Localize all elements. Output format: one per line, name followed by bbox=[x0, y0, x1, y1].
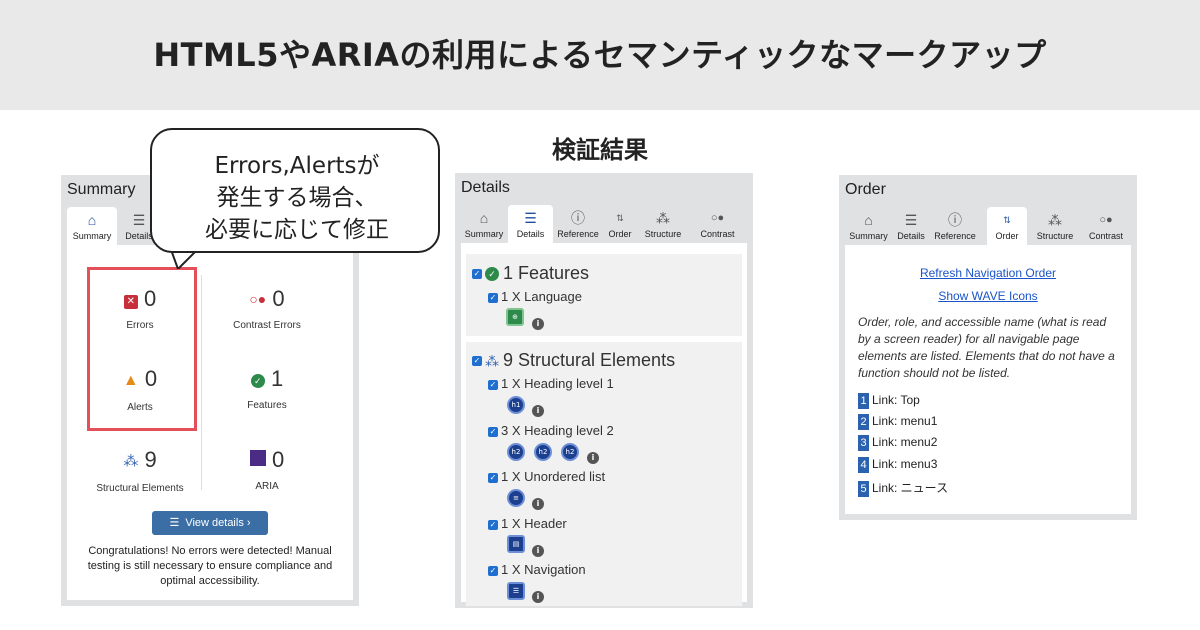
info-icon[interactable]: i bbox=[532, 545, 544, 557]
home-icon: ⌂ bbox=[864, 212, 873, 228]
order-item[interactable]: 2 Link: menu1 bbox=[858, 414, 937, 430]
order-icon: ⇅ bbox=[1003, 215, 1011, 225]
details-tabs: ⌂ Summary ☰ Details ⓘ Reference ⇅ Order … bbox=[461, 205, 747, 243]
list-icon: ☰ bbox=[904, 212, 918, 228]
view-details-button[interactable]: ☰ View details › bbox=[152, 511, 268, 535]
tab-details[interactable]: ☰ Details bbox=[893, 207, 929, 245]
tab-structure[interactable]: ⁂ Structure bbox=[638, 205, 688, 243]
show-wave-icons-link[interactable]: Show WAVE Icons bbox=[843, 289, 1133, 303]
summary-panel-title: Summary bbox=[67, 181, 136, 198]
tab-summary[interactable]: ⌂ Summary bbox=[461, 205, 507, 243]
checkbox[interactable]: ✓ bbox=[488, 426, 498, 437]
structure-icon: ⁂ bbox=[1048, 212, 1062, 228]
order-item[interactable]: 3 Link: menu2 bbox=[858, 435, 937, 451]
errors-alerts-highlight bbox=[87, 267, 197, 431]
checkbox[interactable]: ✓ bbox=[488, 379, 498, 390]
structure-item[interactable]: ✓ 1 X Navigation bbox=[488, 562, 586, 577]
list-icon: ☰ bbox=[169, 517, 180, 529]
navigation-icon[interactable]: ☰ bbox=[507, 582, 525, 600]
info-icon[interactable]: i bbox=[532, 318, 544, 330]
tab-contrast[interactable]: ○● Contrast bbox=[1081, 207, 1131, 245]
order-item[interactable]: 1 Link: Top bbox=[858, 393, 920, 409]
callout-line: 発生する場合、 bbox=[216, 185, 378, 211]
heading-2-icon[interactable]: h2 bbox=[534, 443, 552, 461]
order-description: Order, role, and accessible name (what i… bbox=[858, 315, 1115, 380]
tab-details[interactable]: ☰ Details bbox=[508, 205, 553, 243]
structure-icon: ⁂ bbox=[656, 210, 670, 226]
structure-item[interactable]: ✓ 3 X Heading level 2 bbox=[488, 423, 614, 438]
heading-2-icon[interactable]: h2 bbox=[561, 443, 579, 461]
info-icon[interactable]: i bbox=[587, 452, 599, 464]
callout-line: Errors,Alertsが bbox=[214, 153, 380, 179]
order-tabs: ⌂ Summary ☰ Details ⓘ Reference ⇅ Order … bbox=[845, 207, 1131, 245]
tab-reference[interactable]: ⓘ Reference bbox=[930, 207, 980, 245]
callout-bubble: Errors,Alertsが 発生する場合、 必要に応じて修正 bbox=[150, 128, 440, 253]
feature-item[interactable]: ✓ 1 X Language bbox=[488, 289, 582, 304]
contrast-icon: ○● bbox=[710, 212, 725, 224]
order-icon: ⇅ bbox=[616, 213, 624, 223]
heading-1-icon[interactable]: h1 bbox=[507, 396, 525, 414]
page-subtitle: 検証結果 bbox=[552, 136, 648, 164]
summary-aria[interactable]: 0 ARIA bbox=[202, 446, 332, 494]
list-icon: ☰ bbox=[524, 210, 537, 226]
page-title: HTML5やARIAの利用によるセマンティックなマークアップ bbox=[153, 36, 1047, 74]
summary-divider bbox=[201, 275, 202, 490]
checkbox[interactable]: ✓ bbox=[488, 292, 498, 303]
info-icon: ⓘ bbox=[948, 212, 962, 228]
checkbox[interactable]: ✓ bbox=[472, 269, 482, 280]
features-heading[interactable]: ✓ ✓ 1 Features bbox=[472, 263, 589, 284]
heading-2-icon[interactable]: h2 bbox=[507, 443, 525, 461]
order-item[interactable]: 4 Link: menu3 bbox=[858, 457, 937, 473]
tab-order[interactable]: ⇅ Order bbox=[987, 207, 1027, 245]
order-item[interactable]: 5 Link: ニュース bbox=[858, 479, 948, 497]
info-icon[interactable]: i bbox=[532, 591, 544, 603]
info-icon: ⓘ bbox=[571, 210, 585, 226]
summary-structural[interactable]: ⁂ 9 Structural Elements bbox=[75, 446, 205, 496]
tab-summary[interactable]: ⌂ Summary bbox=[845, 207, 892, 245]
structure-item[interactable]: ✓ 1 X Header bbox=[488, 516, 567, 531]
contrast-icon: ○● bbox=[249, 291, 267, 307]
checkbox[interactable]: ✓ bbox=[488, 565, 498, 576]
checkbox[interactable]: ✓ bbox=[488, 519, 498, 530]
check-icon: ✓ bbox=[485, 267, 499, 281]
home-icon: ⌂ bbox=[479, 210, 489, 226]
info-icon[interactable]: i bbox=[532, 405, 544, 417]
language-icon[interactable]: ⊕ bbox=[506, 308, 524, 326]
structure-icon: ⁂ bbox=[123, 453, 139, 470]
summary-contrast-errors[interactable]: ○● 0 Contrast Errors bbox=[202, 285, 332, 333]
unordered-list-icon[interactable]: ≡ bbox=[507, 489, 525, 507]
tab-contrast[interactable]: ○● Contrast bbox=[689, 205, 746, 243]
aria-icon bbox=[249, 450, 266, 466]
tab-structure[interactable]: ⁂ Structure bbox=[1030, 207, 1080, 245]
structure-icon: ⁂ bbox=[485, 353, 499, 369]
check-icon: ✓ bbox=[250, 374, 265, 388]
details-panel-title: Details bbox=[461, 179, 510, 196]
checkbox[interactable]: ✓ bbox=[488, 472, 498, 483]
refresh-navigation-order-link[interactable]: Refresh Navigation Order bbox=[843, 266, 1133, 280]
contrast-icon: ○● bbox=[1099, 214, 1113, 226]
summary-features[interactable]: ✓ 1 Features bbox=[202, 365, 332, 413]
structure-item[interactable]: ✓ 1 X Unordered list bbox=[488, 469, 605, 484]
home-icon: ⌂ bbox=[87, 212, 97, 228]
header-band: HTML5やARIAの利用によるセマンティックなマークアップ bbox=[0, 0, 1200, 110]
structure-heading[interactable]: ✓ ⁂ 9 Structural Elements bbox=[472, 350, 675, 371]
info-icon[interactable]: i bbox=[532, 498, 544, 510]
tab-reference[interactable]: ⓘ Reference bbox=[554, 205, 602, 243]
tab-order[interactable]: ⇅ Order bbox=[603, 205, 637, 243]
checkbox[interactable]: ✓ bbox=[472, 356, 482, 367]
callout-line: 必要に応じて修正 bbox=[205, 217, 389, 243]
header-icon[interactable]: ▤ bbox=[507, 535, 525, 553]
structure-item[interactable]: ✓ 1 X Heading level 1 bbox=[488, 376, 614, 391]
tab-summary[interactable]: ⌂ Summary bbox=[67, 207, 117, 245]
summary-message: Congratulations! No errors were detected… bbox=[87, 545, 333, 587]
order-panel-title: Order bbox=[845, 181, 886, 198]
